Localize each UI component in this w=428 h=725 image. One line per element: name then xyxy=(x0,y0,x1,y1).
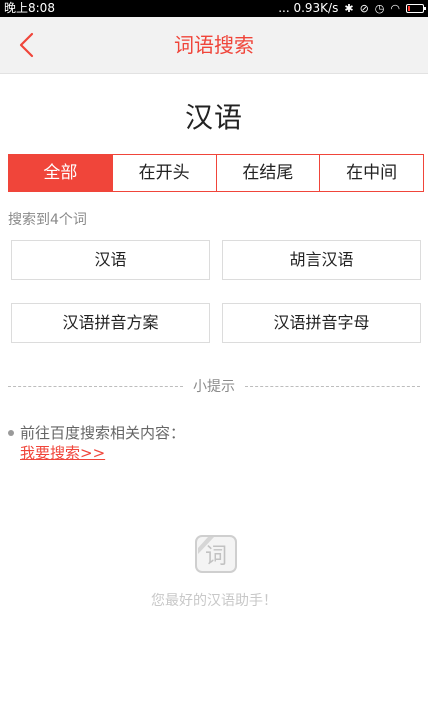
divider-line-left xyxy=(8,385,183,387)
app-bar: 词语搜索 xyxy=(0,17,428,74)
page-title: 词语搜索 xyxy=(174,33,254,57)
alarm-icon: ◷ xyxy=(374,2,385,15)
vibrate-icon: ⊘ xyxy=(359,2,369,15)
result-item[interactable]: 汉语拼音方案 xyxy=(11,303,210,343)
result-item[interactable]: 汉语拼音字母 xyxy=(222,303,421,343)
battery-level xyxy=(408,6,410,11)
wifi-icon: ◠ xyxy=(390,2,400,15)
bullet-icon xyxy=(8,429,14,436)
search-word: 汉语 xyxy=(184,101,243,134)
app-logo-icon: 词 xyxy=(195,535,237,573)
filter-tabs: 全部 在开头 在结尾 在中间 xyxy=(8,154,424,192)
network-speed: ... 0.93K/s xyxy=(278,1,339,15)
logo-char: 词 xyxy=(205,544,227,569)
status-icons: ... 0.93K/s ✱ ⊘ ◷ ◠ xyxy=(278,0,426,17)
status-bar: 晚上8:08 ... 0.93K/s ✱ ⊘ ◷ ◠ xyxy=(0,0,428,17)
divider-line-right xyxy=(245,385,420,387)
battery-icon xyxy=(406,4,426,13)
tab-all[interactable]: 全部 xyxy=(9,155,112,191)
tab-at-end[interactable]: 在结尾 xyxy=(215,155,320,191)
result-item[interactable]: 胡言汉语 xyxy=(222,240,421,280)
tip-heading: 小提示 xyxy=(193,379,235,395)
tab-at-start[interactable]: 在开头 xyxy=(111,155,216,191)
tip-divider: 小提示 xyxy=(8,376,420,396)
tip-line: 前往百度搜索相关内容： xyxy=(8,422,185,443)
tip-text: 前往百度搜索相关内容： xyxy=(20,424,186,442)
status-time: 晚上8:08 xyxy=(4,1,55,15)
tab-in-middle[interactable]: 在中间 xyxy=(319,155,423,191)
result-item[interactable]: 汉语 xyxy=(11,240,210,280)
bluetooth-icon: ✱ xyxy=(344,2,354,15)
baidu-search-link[interactable]: 我要搜索>> xyxy=(20,442,105,463)
footer-slogan: 您最好的汉语助手！ xyxy=(151,593,277,609)
result-count: 搜索到4个词 xyxy=(8,212,87,228)
